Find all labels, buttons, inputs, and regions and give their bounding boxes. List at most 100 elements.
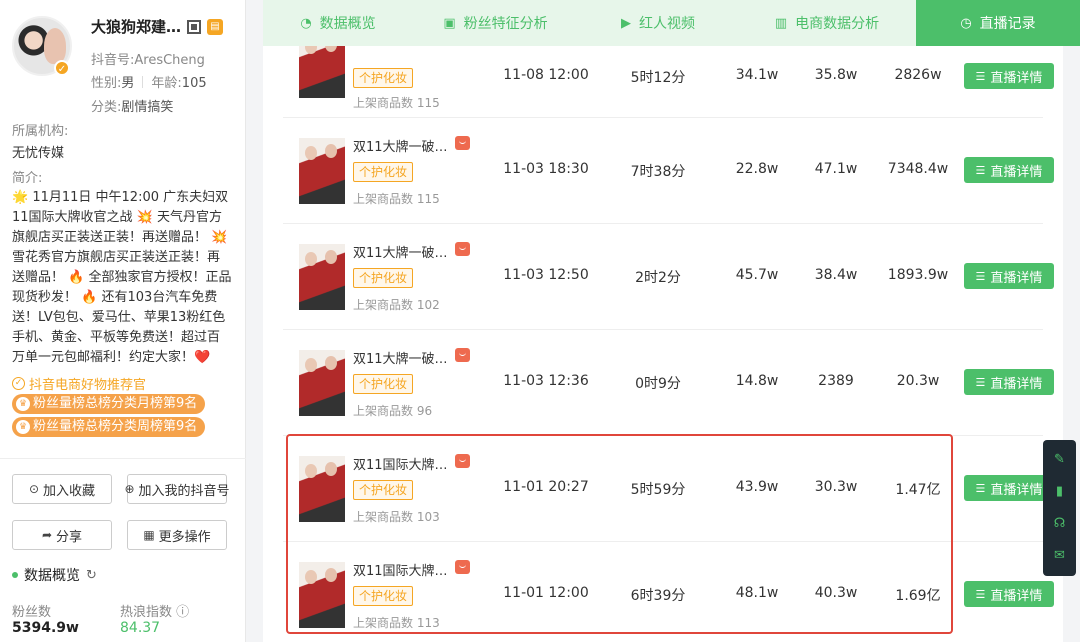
overview-title: 数据概览 ↻: [12, 565, 97, 585]
cover-image[interactable]: [299, 456, 345, 522]
table-row: 双11国际大牌… 个护化妆 上架商品数 113 11-01 12:00 6时39…: [283, 542, 1054, 642]
shopping-bag-icon: [455, 242, 470, 256]
bio-label: 简介:: [12, 171, 43, 186]
live-time: 11-08 12:00: [503, 67, 589, 83]
live-detail-button[interactable]: ☰ 直播详情: [964, 475, 1054, 501]
tab-bar: ◔ 数据概览 ▣ 粉丝特征分析 ▶ 红人视频 ▥ 电商数据分析 ◷ 直播记录: [263, 0, 1080, 46]
more-actions-button[interactable]: ▦ 更多操作: [127, 520, 227, 550]
tab-videos[interactable]: ▶ 红人视频: [578, 0, 738, 46]
metric-2: 38.4w: [814, 267, 858, 283]
app-root: ✓ 大狼狗郑建… ▤ 抖音号:AresCheng 性别:男 年龄:105 分类:剧…: [0, 0, 1080, 642]
live-duration: 6时39分: [630, 588, 686, 604]
cover-image[interactable]: [299, 138, 345, 204]
headset-icon[interactable]: ☊: [1051, 515, 1069, 533]
phone-icon[interactable]: ▮: [1051, 483, 1069, 501]
live-time: 11-03 12:36: [503, 373, 589, 389]
tab-live-records[interactable]: ◷ 直播记录: [916, 0, 1080, 46]
cert-tag: ✓ 抖音电商好物推荐官: [12, 374, 146, 393]
product-count: 上架商品数 102: [353, 298, 440, 312]
live-detail-button[interactable]: ☰ 直播详情: [964, 581, 1054, 607]
circle-icon: ⊙: [28, 482, 40, 496]
table-row: 双11大牌一破… 个护化妆 上架商品数 115 11-03 18:30 7时38…: [283, 118, 1054, 224]
name-row: 大狼狗郑建… ▤: [91, 16, 224, 37]
list-icon: ☰: [975, 375, 986, 389]
refresh-icon[interactable]: ↻: [86, 568, 97, 583]
rank-tag-month[interactable]: ♛ 粉丝量榜总榜分类月榜第9名: [12, 394, 206, 414]
cover-image[interactable]: [299, 562, 345, 628]
live-time: 11-01 12:00: [503, 585, 589, 601]
live-title[interactable]: 双11国际大牌…: [353, 454, 448, 473]
divider: [0, 458, 246, 459]
table-row: 双11大牌一破… 个护化妆 上架商品数 102 11-03 12:50 2时2分…: [283, 224, 1054, 330]
rank-tag-week[interactable]: ♛ 粉丝量榜总榜分类周榜第9名: [12, 417, 206, 437]
product-count: 上架商品数 96: [353, 404, 433, 418]
profile-name: 大狼狗郑建…: [91, 18, 182, 36]
live-detail-button[interactable]: ☰ 直播详情: [964, 157, 1054, 183]
metric-3: 1.69亿: [895, 588, 941, 604]
clock-icon: ◷: [960, 15, 972, 31]
metric-2: 30.3w: [814, 479, 858, 495]
tab-overview[interactable]: ◔ 数据概览: [263, 0, 413, 46]
shopping-bag-icon: [455, 136, 470, 150]
category-tag: 个护化妆: [353, 268, 414, 288]
category-tag: 个护化妆: [353, 480, 414, 500]
dot-icon: [12, 572, 18, 578]
live-title[interactable]: 双11大牌一破…: [353, 136, 448, 155]
metric-3: 1.47亿: [895, 482, 941, 498]
metric-2: 2389: [818, 373, 854, 389]
org-value: 无忧传媒: [12, 146, 65, 161]
crown-icon: ♛: [16, 420, 30, 434]
share-icon: ➦: [41, 528, 53, 542]
live-title[interactable]: 双11国际大牌…: [353, 560, 448, 579]
share-button[interactable]: ➦ 分享: [12, 520, 112, 550]
favorite-button[interactable]: ⊙ 加入收藏: [12, 474, 112, 504]
list-icon: ☰: [975, 69, 986, 83]
profile-panel: ✓ 大狼狗郑建… ▤ 抖音号:AresCheng 性别:男 年龄:105 分类:剧…: [0, 0, 246, 642]
tab-ecommerce[interactable]: ▥ 电商数据分析: [738, 0, 916, 46]
live-title[interactable]: 双11大牌一破…: [353, 242, 448, 261]
verified-icon: ✓: [54, 60, 70, 76]
table-row: 双11大牌一破… 个护化妆 上架商品数 96 11-03 12:36 0时9分 …: [283, 330, 1054, 436]
metric-1: 48.1w: [735, 585, 779, 601]
grid-icon: ▦: [143, 528, 155, 542]
live-duration: 5时59分: [630, 482, 686, 498]
add-mine-button[interactable]: ⊕ 加入我的抖音号: [124, 474, 230, 504]
help-icon[interactable]: ⓘ: [176, 605, 189, 620]
live-time: 11-01 20:27: [503, 479, 589, 495]
live-detail-button[interactable]: ☰ 直播详情: [964, 63, 1054, 89]
category-tag: 个护化妆: [353, 586, 414, 606]
bio-text: 🌟 11月11日 中午12:00 广东夫妇双11国际大牌收官之战 💥 天气丹官方…: [12, 190, 232, 365]
live-title[interactable]: 双11大牌一破…: [353, 348, 448, 367]
shop-icon[interactable]: ▤: [207, 18, 224, 35]
metric-3: 7348.4w: [887, 161, 949, 177]
list-icon: ☰: [975, 481, 986, 495]
wechat-icon[interactable]: ✉: [1051, 547, 1069, 565]
id-card-icon: ▣: [443, 15, 456, 31]
live-detail-button[interactable]: ☰ 直播详情: [964, 369, 1054, 395]
metric-2: 40.3w: [814, 585, 858, 601]
list-icon: ☰: [975, 587, 986, 601]
metric-1: 34.1w: [735, 67, 779, 83]
bar-chart-icon: ▥: [774, 15, 788, 31]
category-tag: 个护化妆: [353, 162, 414, 182]
cover-image[interactable]: [299, 244, 345, 310]
metric-3: 2826w: [894, 67, 942, 83]
live-detail-button[interactable]: ☰ 直播详情: [964, 263, 1054, 289]
cover-image[interactable]: [299, 46, 345, 98]
category-tag: 个护化妆: [353, 68, 414, 88]
live-duration: 2时2分: [635, 270, 681, 286]
douyin-id: 抖音号:AresCheng: [91, 53, 205, 68]
shopping-bag-icon: [455, 348, 470, 362]
live-time: 11-03 18:30: [503, 161, 589, 177]
live-duration: 0时9分: [635, 376, 681, 392]
live-time: 11-03 12:50: [503, 267, 589, 283]
tab-fans-analysis[interactable]: ▣ 粉丝特征分析: [413, 0, 578, 46]
fans-label: 粉丝数: [12, 605, 52, 620]
list-icon: ☰: [975, 163, 986, 177]
product-count: 上架商品数 115: [353, 192, 440, 206]
eraser-icon[interactable]: ✎: [1051, 451, 1069, 469]
gender-age: 性别:男 年龄:105: [91, 76, 207, 91]
cover-image[interactable]: [299, 350, 345, 416]
product-count: 上架商品数 113: [353, 616, 440, 630]
qrcode-icon[interactable]: [187, 19, 202, 34]
